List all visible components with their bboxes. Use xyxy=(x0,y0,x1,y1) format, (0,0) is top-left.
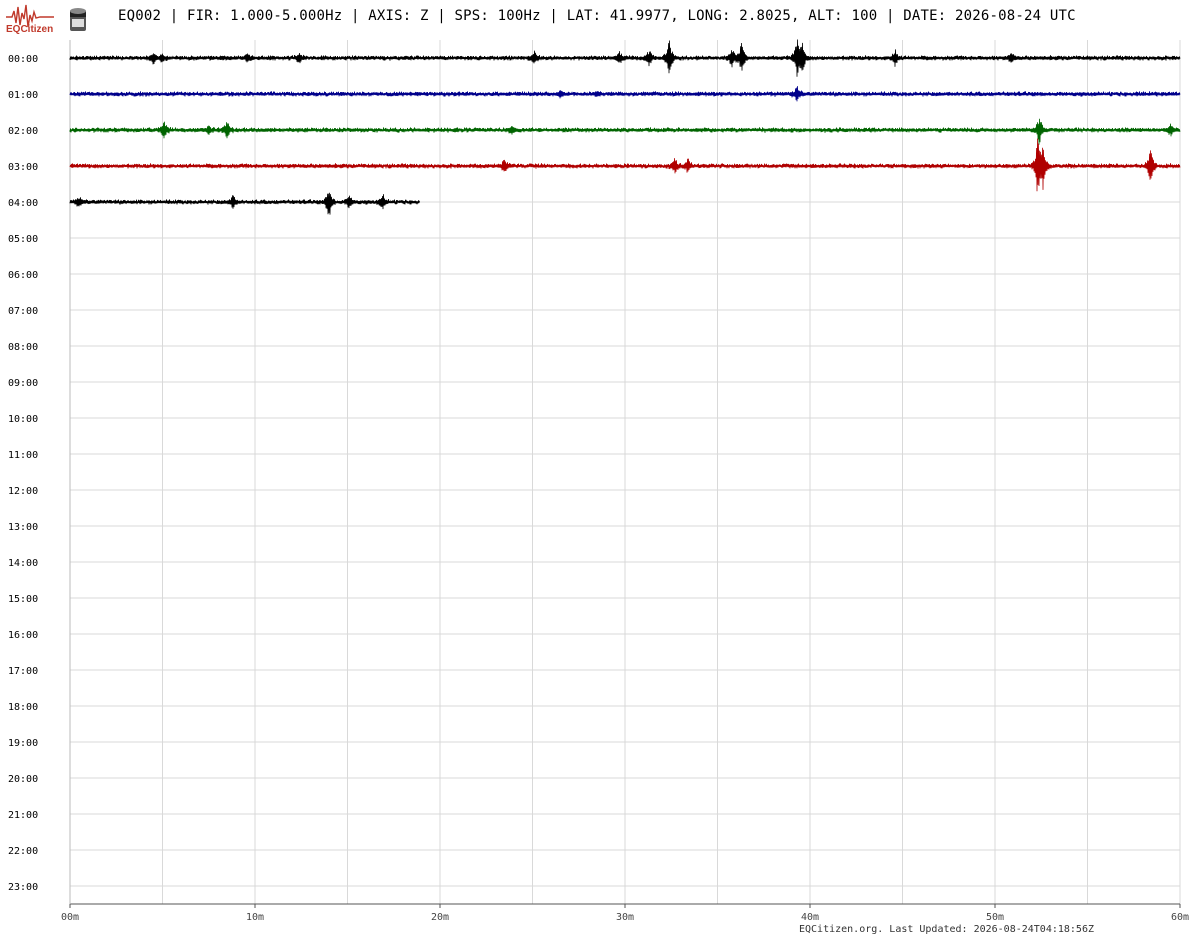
x-tick-label: 10m xyxy=(246,912,264,923)
row-time-label: 12:00 xyxy=(8,486,38,497)
row-time-label: 05:00 xyxy=(8,234,38,245)
row-time-label: 01:00 xyxy=(8,90,38,101)
row-time-label: 18:00 xyxy=(8,702,38,713)
row-time-label: 03:00 xyxy=(8,162,38,173)
row-time-label: 10:00 xyxy=(8,414,38,425)
row-time-label: 19:00 xyxy=(8,738,38,749)
row-time-label: 07:00 xyxy=(8,306,38,317)
row-time-label: 22:00 xyxy=(8,846,38,857)
x-tick-label: 50m xyxy=(986,912,1004,923)
row-time-label: 20:00 xyxy=(8,774,38,785)
last-updated-footer: EQCitizen.org. Last Updated: 2026-08-24T… xyxy=(798,924,1094,935)
row-time-label: 11:00 xyxy=(8,450,38,461)
row-time-label: 23:00 xyxy=(8,882,38,893)
row-time-label: 08:00 xyxy=(8,342,38,353)
row-time-label: 21:00 xyxy=(8,810,38,821)
seismic-trace-0400 xyxy=(69,192,420,215)
row-time-label: 16:00 xyxy=(8,630,38,641)
x-tick-label: 20m xyxy=(431,912,449,923)
x-tick-label: 60m xyxy=(1171,912,1189,923)
row-time-label: 06:00 xyxy=(8,270,38,281)
row-time-label: 09:00 xyxy=(8,378,38,389)
row-time-label: 02:00 xyxy=(8,126,38,137)
row-time-label: 00:00 xyxy=(8,54,38,65)
row-time-label: 04:00 xyxy=(8,198,38,209)
x-tick-label: 40m xyxy=(801,912,819,923)
row-time-label: 14:00 xyxy=(8,558,38,569)
x-tick-label: 30m xyxy=(616,912,634,923)
row-time-label: 13:00 xyxy=(8,522,38,533)
helicorder-plot: 00:00 01:00 02:00 03:00 04:00 05:00 06:00 07:00… xyxy=(8,39,1189,923)
row-time-label: 15:00 xyxy=(8,594,38,605)
x-tick-label: 00m xyxy=(61,912,79,923)
row-time-label: 17:00 xyxy=(8,666,38,677)
